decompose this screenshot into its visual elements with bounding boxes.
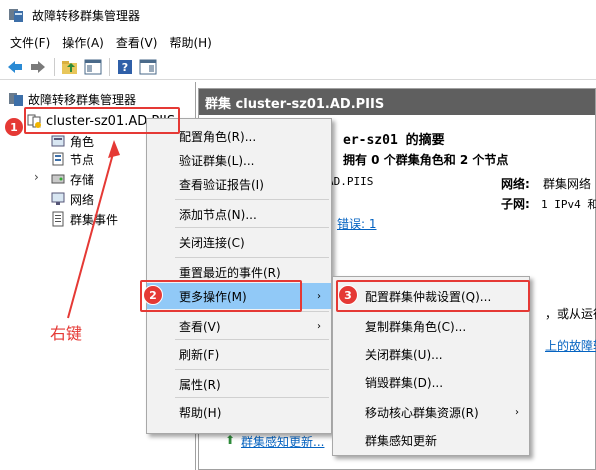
step-badge-1: 1 [4,117,24,137]
annotation-arrow [67,140,120,319]
step-badge-2: 2 [143,285,163,305]
highlight-box-cluster [24,107,180,134]
highlight-box-more-actions [140,280,302,312]
right-click-annotation: 右键 [50,324,83,343]
step-badge-3: 3 [338,285,358,305]
highlight-box-configure-quorum [336,280,530,312]
